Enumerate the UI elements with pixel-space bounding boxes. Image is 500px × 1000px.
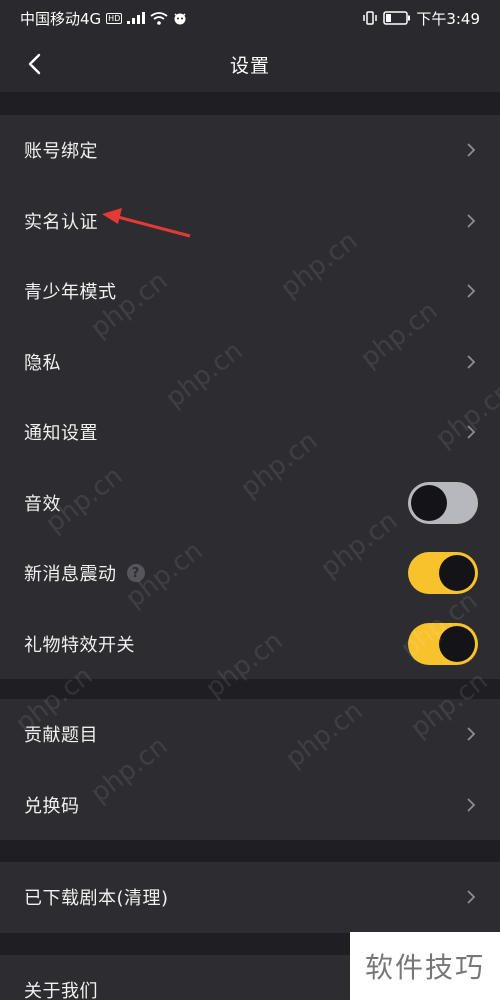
- row-label: 实名认证: [24, 211, 98, 233]
- toggle-knob: [439, 555, 475, 592]
- settings-group-storage: 已下载剧本(清理): [0, 862, 500, 933]
- app-notification-icon: [173, 11, 187, 25]
- gift-effects-toggle[interactable]: [408, 622, 478, 665]
- toggle-knob: [439, 625, 475, 662]
- status-bar-right: 下午3:49: [362, 8, 480, 29]
- row-label: 新消息震动: [24, 564, 117, 586]
- row-label: 账号绑定: [24, 141, 98, 163]
- row-label: 贡献题目: [24, 725, 98, 747]
- chevron-right-icon: [466, 354, 476, 370]
- status-bar: 中国移动4G HD 下午3:49: [0, 0, 500, 36]
- sound-effects-toggle[interactable]: [408, 481, 478, 524]
- settings-row-message-vibration: 新消息震动 ?: [0, 538, 500, 609]
- row-label: 礼物特效开关: [24, 634, 135, 656]
- row-label: 隐私: [24, 352, 61, 374]
- row-label: 青少年模式: [24, 282, 117, 304]
- battery-icon: [383, 11, 411, 25]
- settings-row-account-binding[interactable]: 账号绑定: [0, 115, 500, 186]
- row-label: 已下载剧本(清理): [24, 888, 169, 910]
- status-bar-left: 中国移动4G HD: [20, 8, 187, 29]
- settings-row-sound-effects: 音效: [0, 468, 500, 539]
- settings-group-main: 账号绑定 实名认证 青少年模式 隐私 通知设置 音效 新消息震动 ? 礼物特效开…: [0, 115, 500, 679]
- settings-row-downloaded-scripts[interactable]: 已下载剧本(清理): [0, 862, 500, 933]
- hd-badge: HD: [106, 12, 123, 24]
- row-label: 兑换码: [24, 795, 80, 817]
- vibrate-icon: [362, 11, 378, 25]
- row-label: 关于我们: [24, 981, 98, 1000]
- settings-row-contribute-questions[interactable]: 贡献题目: [0, 699, 500, 770]
- chevron-left-icon: [28, 53, 41, 75]
- carrier-label: 中国移动4G: [20, 9, 102, 28]
- chevron-right-icon: [466, 283, 476, 299]
- chevron-right-icon: [466, 424, 476, 440]
- chevron-right-icon: [466, 889, 476, 905]
- row-label: 通知设置: [24, 423, 98, 445]
- settings-row-notifications[interactable]: 通知设置: [0, 397, 500, 468]
- wifi-icon: [150, 11, 168, 25]
- toggle-knob: [411, 484, 447, 521]
- clock: 下午3:49: [416, 9, 480, 28]
- page-title: 设置: [229, 54, 270, 77]
- settings-row-real-name-verification[interactable]: 实名认证: [0, 186, 500, 257]
- settings-row-gift-effects: 礼物特效开关: [0, 609, 500, 680]
- chevron-right-icon: [466, 726, 476, 742]
- settings-row-privacy[interactable]: 隐私: [0, 327, 500, 398]
- navigation-header: 设置: [0, 36, 500, 92]
- chevron-right-icon: [466, 797, 476, 813]
- settings-row-redeem-code[interactable]: 兑换码: [0, 770, 500, 841]
- row-label: 音效: [24, 493, 61, 515]
- settings-group-extras: 贡献题目 兑换码: [0, 699, 500, 840]
- annotation-arrow-icon: [102, 208, 191, 238]
- corner-watermark: 软件技巧: [350, 932, 500, 1000]
- settings-row-teen-mode[interactable]: 青少年模式: [0, 256, 500, 327]
- signal-icon: [127, 12, 146, 24]
- chevron-right-icon: [466, 213, 476, 229]
- help-icon[interactable]: ?: [126, 564, 145, 583]
- chevron-right-icon: [466, 142, 476, 158]
- back-button[interactable]: [14, 44, 54, 84]
- message-vibration-toggle[interactable]: [408, 552, 478, 595]
